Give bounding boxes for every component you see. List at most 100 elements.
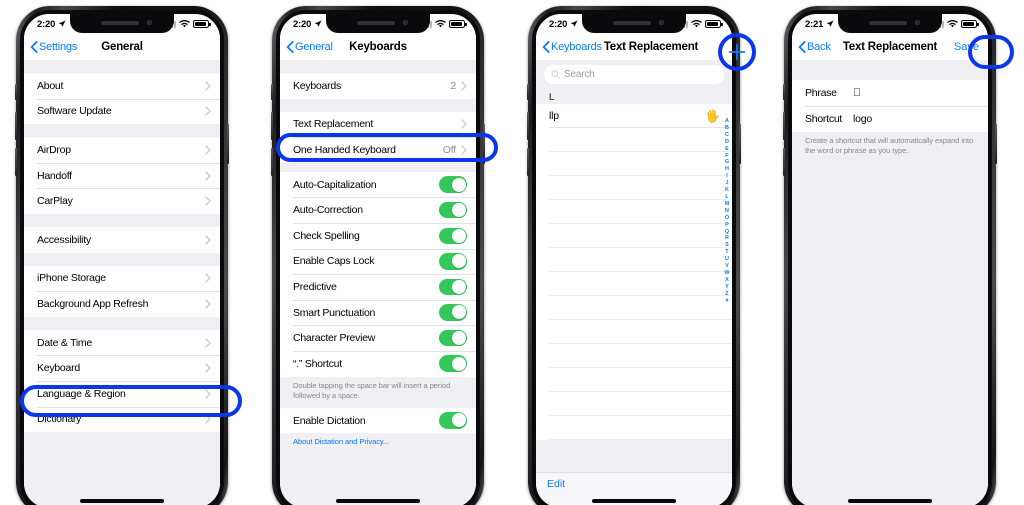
sidebar-item-date-time[interactable]: Date & Time [24,329,220,356]
mute-switch[interactable] [15,84,17,100]
index-letter[interactable]: Q [725,229,729,236]
settings-list-general[interactable]: About Software Update AirDrop Handoff Ca… [24,60,220,505]
index-letter[interactable]: O [725,215,729,222]
home-indicator[interactable] [336,499,420,503]
index-letter[interactable]: K [725,187,729,194]
index-letter[interactable]: Y [725,284,729,291]
volume-down-button[interactable] [271,148,273,176]
index-letter[interactable]: # [725,298,728,305]
text-replacement-list[interactable]: Search L llp 🖐️ A B C D E F G H I J K L … [536,60,732,505]
index-letter[interactable]: X [725,277,729,284]
index-letter[interactable]: V [725,263,729,270]
setting-row-smart-punctuation[interactable]: Smart Punctuation [280,299,476,326]
setting-row-character-preview[interactable]: Character Preview [280,325,476,351]
sidebar-item-iphone-storage[interactable]: iPhone Storage [24,265,220,292]
index-letter[interactable]: U [725,256,729,263]
sidebar-item-accessibility[interactable]: Accessibility [24,226,220,253]
toggle-character-preview[interactable] [439,329,467,347]
toggle-predictive[interactable] [439,278,467,296]
toggle-enable-dictation[interactable] [439,412,467,429]
power-button[interactable] [227,124,229,164]
index-letter[interactable]: D [725,139,729,146]
setting-row-auto-correction[interactable]: Auto-Correction [280,197,476,223]
index-letter[interactable]: I [726,173,728,180]
save-button[interactable]: Save [954,41,979,53]
volume-up-button[interactable] [783,112,785,140]
volume-up-button[interactable] [527,112,529,140]
back-button[interactable]: Back [798,41,831,53]
field-row-phrase[interactable]: Phrase  [792,80,988,106]
index-letter[interactable]: S [725,242,729,249]
index-letter[interactable]: G [725,159,729,166]
index-letter[interactable]: J [725,180,728,187]
home-indicator[interactable] [80,499,164,503]
toggle-enable-caps-lock[interactable] [439,253,467,270]
toggle-auto-correction[interactable] [439,201,467,219]
setting-row-predictive[interactable]: Predictive [280,274,476,300]
volume-up-button[interactable] [15,112,17,140]
list-item-llp[interactable]: llp 🖐️ [536,104,732,128]
chevron-left-icon [30,41,38,53]
mute-switch[interactable] [783,84,785,100]
search-input[interactable]: Search [544,65,724,84]
sidebar-item-software-update[interactable]: Software Update [24,98,220,125]
index-letter[interactable]: A [725,118,729,125]
index-letter[interactable]: H [725,166,729,173]
text-replacement-form[interactable]: Phrase  Shortcut logo Create a shortcut… [792,60,988,505]
index-letter[interactable]: P [725,222,729,229]
index-letter[interactable]: L [725,194,728,201]
section-index-strip[interactable]: A B C D E F G H I J K L M N O P Q R S T U V W X Y Z # [724,118,729,304]
sidebar-item-airdrop[interactable]: AirDrop [24,137,220,163]
sidebar-item-about[interactable]: About [24,73,220,99]
back-button-settings[interactable]: Settings [30,41,77,53]
sidebar-item-keyboards[interactable]: Keyboards 2 [280,73,476,99]
mute-switch[interactable] [527,84,529,100]
toggle-smart-punctuation[interactable] [439,304,467,321]
setting-row-auto-capitalization[interactable]: Auto-Capitalization [280,171,476,198]
sidebar-item-keyboard[interactable]: Keyboard [24,355,220,381]
volume-down-button[interactable] [15,148,17,176]
sidebar-item-one-handed-keyboard[interactable]: One Handed Keyboard Off [280,137,476,163]
about-dictation-privacy-link[interactable]: About Dictation and Privacy... [280,433,476,451]
toggle-period-shortcut[interactable] [439,355,467,372]
setting-row-enable-dictation[interactable]: Enable Dictation [280,407,476,434]
plus-icon[interactable] [726,41,748,63]
edit-button[interactable]: Edit [547,478,565,490]
sidebar-item-text-replacement[interactable]: Text Replacement [280,111,476,138]
index-letter[interactable]: N [725,208,729,215]
volume-down-button[interactable] [527,148,529,176]
field-row-shortcut[interactable]: Shortcut logo [792,106,988,132]
battery-icon [705,20,723,28]
power-button[interactable] [483,124,485,164]
setting-row-check-spelling[interactable]: Check Spelling [280,222,476,249]
volume-up-button[interactable] [271,112,273,140]
back-button-keyboards[interactable]: Keyboards [542,41,602,53]
sidebar-item-dictionary[interactable]: Dictionary [24,406,220,433]
index-letter[interactable]: W [724,270,729,277]
mute-switch[interactable] [271,84,273,100]
toggle-auto-capitalization[interactable] [439,176,467,193]
toggle-check-spelling[interactable] [439,227,467,245]
index-letter[interactable]: C [725,132,729,139]
back-button-general[interactable]: General [286,41,333,53]
power-button[interactable] [739,124,741,164]
volume-down-button[interactable] [783,148,785,176]
settings-group-accessibility: Accessibility [24,226,220,253]
sidebar-item-handoff[interactable]: Handoff [24,162,220,189]
sidebar-item-background-app-refresh[interactable]: Background App Refresh [24,291,220,317]
power-button[interactable] [995,124,997,164]
index-letter[interactable]: F [725,153,728,160]
index-letter[interactable]: T [725,249,728,256]
index-letter[interactable]: E [725,146,729,153]
setting-row-period-shortcut[interactable]: “.” Shortcut [280,350,476,377]
index-letter[interactable]: M [725,201,730,208]
sidebar-item-carplay[interactable]: CarPlay [24,188,220,214]
index-letter[interactable]: B [725,125,729,132]
setting-row-enable-caps-lock[interactable]: Enable Caps Lock [280,248,476,275]
index-letter[interactable]: Z [725,291,728,298]
settings-list-keyboards[interactable]: Keyboards 2 Text Replacement One Handed … [280,60,476,505]
home-indicator[interactable] [848,499,932,503]
index-letter[interactable]: R [725,235,729,242]
home-indicator[interactable] [592,499,676,503]
sidebar-item-language-region[interactable]: Language & Region [24,380,220,407]
